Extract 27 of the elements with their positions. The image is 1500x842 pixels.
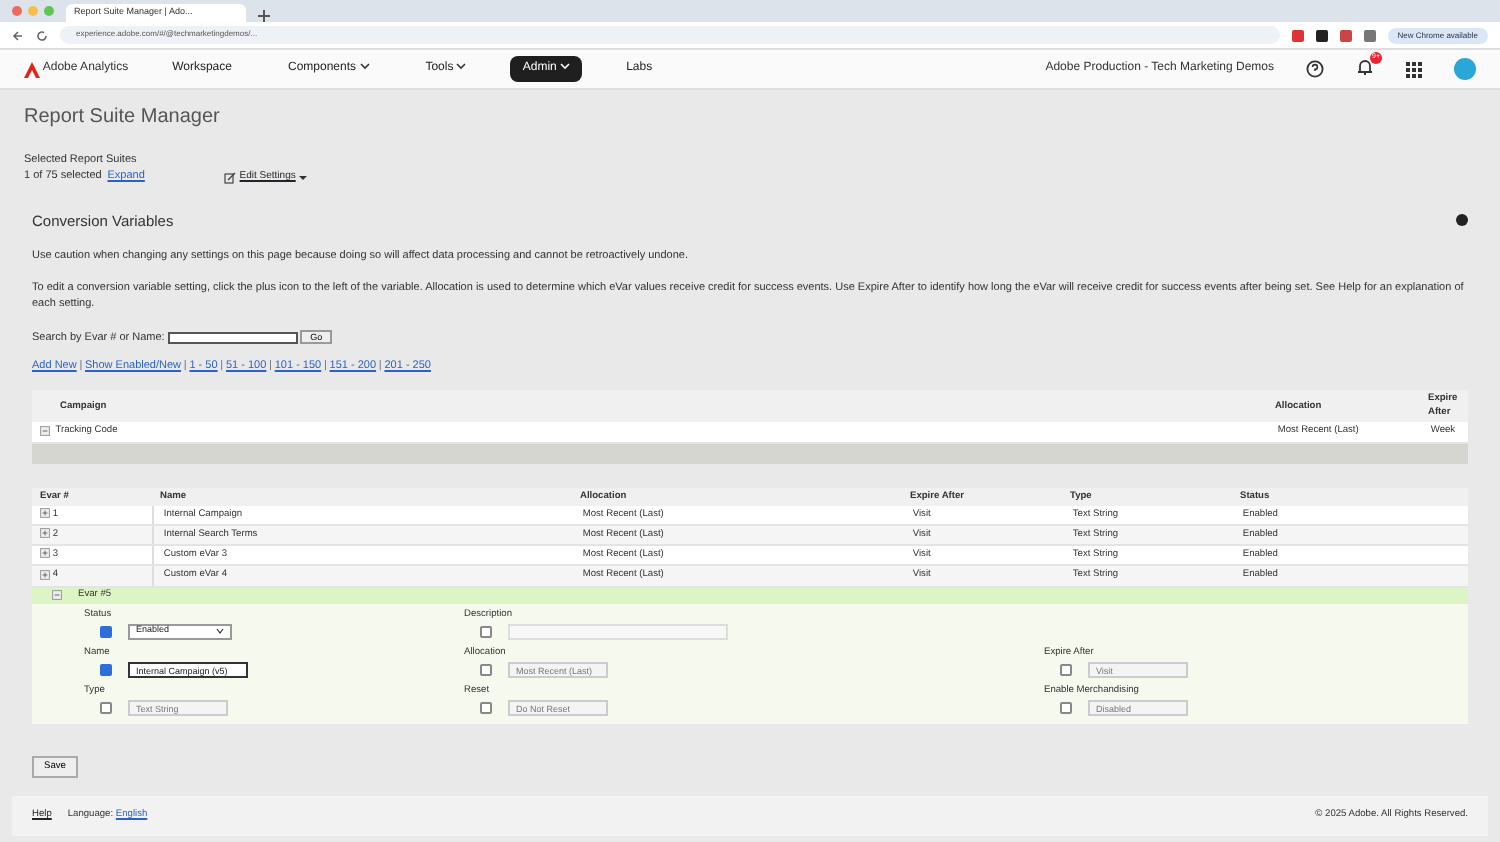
checkbox[interactable] xyxy=(100,663,112,676)
checkbox[interactable] xyxy=(480,625,492,638)
checkbox[interactable] xyxy=(480,702,492,715)
expand-icon[interactable] xyxy=(40,528,50,539)
caret-icon xyxy=(298,173,309,182)
apps-grid-icon[interactable] xyxy=(1406,61,1422,77)
checkbox[interactable] xyxy=(100,625,112,638)
logo-icon xyxy=(24,61,40,77)
edit-icon xyxy=(224,171,237,184)
expand-icon[interactable] xyxy=(40,425,50,436)
checkbox[interactable] xyxy=(100,702,112,715)
checkbox[interactable] xyxy=(1060,702,1072,715)
plus-icon[interactable] xyxy=(258,10,270,22)
expand-icon[interactable] xyxy=(40,507,50,518)
avatar-icon[interactable] xyxy=(1454,58,1476,80)
reload-icon[interactable] xyxy=(36,29,48,41)
text-field[interactable] xyxy=(508,623,728,640)
expand-icon[interactable] xyxy=(40,548,50,559)
caret-icon xyxy=(216,628,224,635)
checkbox[interactable] xyxy=(1060,663,1072,676)
bell-icon[interactable] xyxy=(1356,58,1374,77)
search-field[interactable] xyxy=(167,331,298,344)
checkbox[interactable] xyxy=(480,663,492,676)
expand-icon[interactable] xyxy=(40,569,50,580)
back-icon[interactable] xyxy=(12,29,24,41)
collapse-icon[interactable] xyxy=(52,590,62,600)
page-title: Report Suite Manager xyxy=(22,104,222,132)
